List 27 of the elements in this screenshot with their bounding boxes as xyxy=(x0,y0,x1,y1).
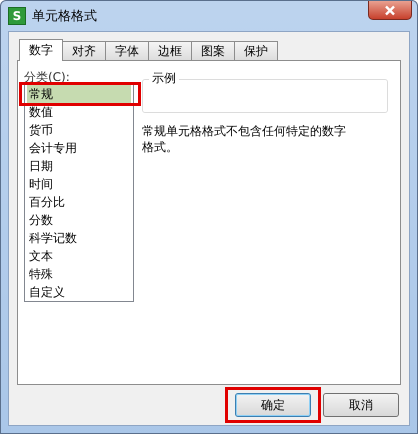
close-icon xyxy=(384,4,396,16)
tab[interactable]: 字体 xyxy=(105,41,149,60)
dialog-button[interactable]: 确定 xyxy=(235,393,311,417)
category-label: 分类(C): xyxy=(24,71,71,84)
category-item[interactable]: 分数 xyxy=(27,211,131,229)
category-item[interactable]: 时间 xyxy=(27,175,131,193)
window-title: 单元格格式 xyxy=(32,8,97,25)
sample-label: 示例 xyxy=(149,71,179,85)
category-item[interactable]: 百分比 xyxy=(27,193,131,211)
dialog-button[interactable]: 取消 xyxy=(323,393,399,417)
description-text: 常规单元格格式不包含任何特定的数字格式。 xyxy=(142,123,347,155)
close-button[interactable] xyxy=(368,1,412,20)
category-item[interactable]: 常规 xyxy=(27,85,131,103)
tab[interactable]: 图案 xyxy=(191,41,235,60)
tab[interactable]: 数字 xyxy=(19,39,63,61)
category-item[interactable]: 文本 xyxy=(27,247,131,265)
category-item[interactable]: 特殊 xyxy=(27,265,131,283)
tab[interactable]: 保护 xyxy=(234,41,278,60)
category-item[interactable]: 自定义 xyxy=(27,283,131,301)
app-logo: S xyxy=(8,7,26,25)
category-item[interactable]: 科学记数 xyxy=(27,229,131,247)
category-item[interactable]: 会计专用 xyxy=(27,139,131,157)
category-item[interactable]: 数值 xyxy=(27,103,131,121)
tab[interactable]: 边框 xyxy=(148,41,192,60)
category-item[interactable]: 货币 xyxy=(27,121,131,139)
tab[interactable]: 对齐 xyxy=(62,41,106,60)
category-item[interactable]: 日期 xyxy=(27,157,131,175)
